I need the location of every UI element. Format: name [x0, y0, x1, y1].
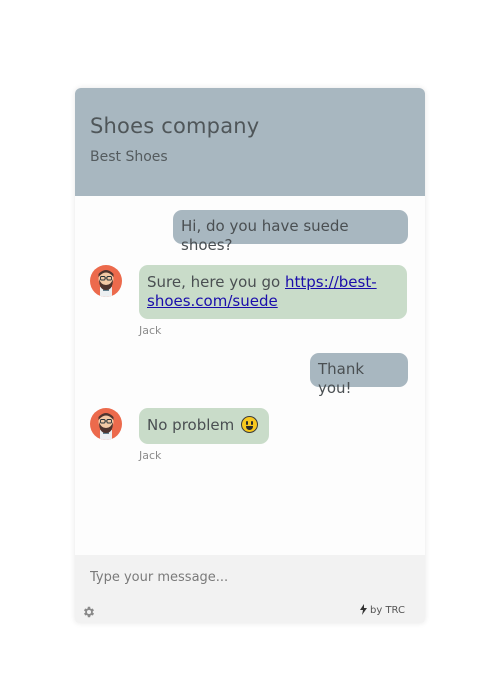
message-text: Hi, do you have suede shoes? [181, 217, 349, 254]
chat-header: Shoes company Best Shoes [75, 88, 425, 196]
sender-name: Jack [139, 324, 162, 337]
bearded-man-avatar [90, 408, 122, 440]
outgoing-message: Hi, do you have suede shoes? [173, 210, 408, 254]
incoming-message: No problem [139, 408, 269, 444]
message-text: Sure, here you go [147, 273, 285, 291]
branding-link[interactable]: by TRC [359, 604, 405, 616]
company-subtitle: Best Shoes [90, 149, 168, 165]
chat-footer: by TRC [75, 555, 425, 623]
branding-text: by TRC [370, 605, 405, 616]
company-title: Shoes company [90, 114, 260, 138]
outgoing-message: Thank you! [310, 353, 408, 397]
gear-icon[interactable] [82, 604, 96, 618]
message-text: Thank you! [318, 360, 365, 397]
incoming-message: Sure, here you go https://best-shoes.com… [139, 265, 407, 319]
bearded-man-avatar [90, 265, 122, 297]
lightning-bolt-icon [359, 604, 367, 615]
chat-widget: Shoes company Best Shoes Hi, do you have… [75, 88, 425, 623]
message-input[interactable] [75, 555, 425, 599]
grinning-face-emoji [241, 416, 258, 433]
message-list[interactable]: Hi, do you have suede shoes? Sure, here … [75, 196, 425, 556]
sender-name: Jack [139, 449, 162, 462]
message-text: No problem [147, 416, 239, 434]
